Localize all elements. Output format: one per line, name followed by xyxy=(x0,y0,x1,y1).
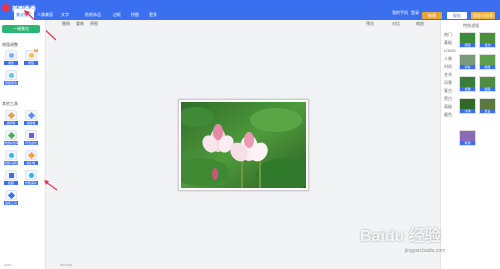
new-button[interactable]: 新建 xyxy=(422,12,442,19)
top-navigation-bar: 美图秀秀 美化图片 人像美容 文字 贴纸饰品 边框 拼图 更多 我的手机 登录 … xyxy=(0,0,500,20)
category-item[interactable]: 黑白 xyxy=(444,96,452,102)
tool-brush[interactable]: 画笔工具 xyxy=(4,190,18,205)
filter-thumb[interactable]: 冷绿 xyxy=(459,98,476,114)
section-label-tools: 其他工具 xyxy=(2,101,18,106)
panel-title: 特效滤镜 xyxy=(463,23,479,28)
category-item[interactable]: 人像 xyxy=(444,56,452,62)
palette-icon xyxy=(5,50,17,60)
tool-smart[interactable]: 智能美化 xyxy=(24,170,38,185)
tool-cutout[interactable]: 抠图 xyxy=(4,170,18,185)
filter-thumb[interactable]: 自然 xyxy=(479,32,496,48)
save-share-button[interactable]: 保存与分享 xyxy=(471,12,495,19)
one-click-beautify-button[interactable]: 一键美化 xyxy=(2,25,40,33)
tab-frames[interactable]: 边框 xyxy=(110,9,124,20)
lotus-photo xyxy=(181,102,306,188)
enhance-icon: 新 xyxy=(25,49,38,60)
redo-button[interactable]: 重做 xyxy=(76,21,84,27)
watermark: Baidu 经验 xyxy=(360,228,441,245)
watermark-url: jingyan.baidu.com xyxy=(405,248,446,254)
my-phone-link[interactable]: 我的手机 xyxy=(392,10,408,16)
filter-thumb[interactable]: 紫调 xyxy=(459,130,476,146)
category-item[interactable]: 时尚 xyxy=(444,64,452,70)
tool-enhance[interactable]: 新 增强 xyxy=(24,49,38,65)
image-size: 500×269 xyxy=(60,263,72,267)
brush2-icon xyxy=(5,190,17,200)
smart-icon xyxy=(25,170,37,180)
filter-thumb[interactable]: 优雅 xyxy=(459,76,476,92)
color-icon xyxy=(5,70,17,80)
zoom-button[interactable]: 缩放 xyxy=(416,21,424,27)
mosaic-icon xyxy=(5,150,17,160)
category-item[interactable]: 复古 xyxy=(444,88,452,94)
tab-stickers[interactable]: 贴纸饰品 xyxy=(84,9,102,20)
category-item[interactable]: 暖色 xyxy=(444,112,452,118)
image-canvas[interactable] xyxy=(178,99,309,191)
category-item[interactable]: 风景 xyxy=(444,80,452,86)
blur-icon xyxy=(25,130,37,140)
category-item[interactable]: 高级 xyxy=(444,104,452,110)
magic-icon xyxy=(25,150,37,160)
filter-thumb[interactable]: 清新 xyxy=(459,54,476,70)
category-item[interactable]: 热门 xyxy=(444,32,452,38)
annotation-arrow-tool xyxy=(44,180,58,191)
filter-thumb[interactable]: 暖暖 xyxy=(479,54,496,70)
filter-thumb[interactable]: 复古 xyxy=(479,98,496,114)
brush-icon xyxy=(5,110,17,120)
right-effects-panel: 特效滤镜 热门 基础 LOMO 人像 时尚 艺术 风景 复古 黑白 高级 暖色 … xyxy=(440,20,500,269)
tab-collage[interactable]: 拼图 xyxy=(128,9,142,20)
tool-doodle[interactable]: 涂鸦笔 xyxy=(4,110,18,125)
preview-button[interactable]: 预览 xyxy=(366,21,374,27)
filter-thumb[interactable]: 原图 xyxy=(459,32,476,48)
tool-local-color[interactable]: 局部变色 xyxy=(4,70,18,85)
tool-mosaic[interactable]: 局部马赛克 xyxy=(4,150,18,165)
tool-color-pen[interactable]: 局部彩色笔 xyxy=(4,130,18,145)
tool-magic[interactable]: 魔幻笔 xyxy=(24,150,38,165)
tool-adjust-color[interactable]: 调色 xyxy=(4,50,18,65)
original-button[interactable]: 原图 xyxy=(90,21,98,27)
pen-icon xyxy=(5,130,17,140)
eraser-icon xyxy=(25,110,37,120)
section-label-adjust: 增强调整 xyxy=(2,42,18,47)
category-item[interactable]: LOMO xyxy=(444,48,456,53)
status-bar: 100% 500×269 xyxy=(0,263,500,269)
undo-button[interactable]: 撤销 xyxy=(62,21,70,27)
tab-more[interactable]: 更多 xyxy=(146,9,160,20)
compare-button[interactable]: 对比 xyxy=(392,21,400,27)
filter-thumb[interactable]: 甜美 xyxy=(479,76,496,92)
category-item[interactable]: 艺术 xyxy=(444,72,452,78)
tool-eraser[interactable]: 消除笔 xyxy=(24,110,38,125)
tab-text[interactable]: 文字 xyxy=(58,9,72,20)
category-item[interactable]: 基础 xyxy=(444,40,452,46)
tool-blur[interactable]: 背景虚化 xyxy=(24,130,38,145)
login-link[interactable]: 登录 xyxy=(411,10,419,16)
app-logo-icon xyxy=(2,4,10,12)
zoom-level: 100% xyxy=(4,263,12,267)
canvas-toolbar: 撤销 重做 原图 预览 对比 缩放 xyxy=(46,20,440,28)
cutout-icon xyxy=(5,170,17,180)
save-button[interactable]: 保存 xyxy=(447,12,467,19)
left-sidebar: 一键美化 增强调整 调色 新 增强 局部变色 其他工具 涂鸦笔 消除笔 局部彩色… xyxy=(0,20,46,269)
